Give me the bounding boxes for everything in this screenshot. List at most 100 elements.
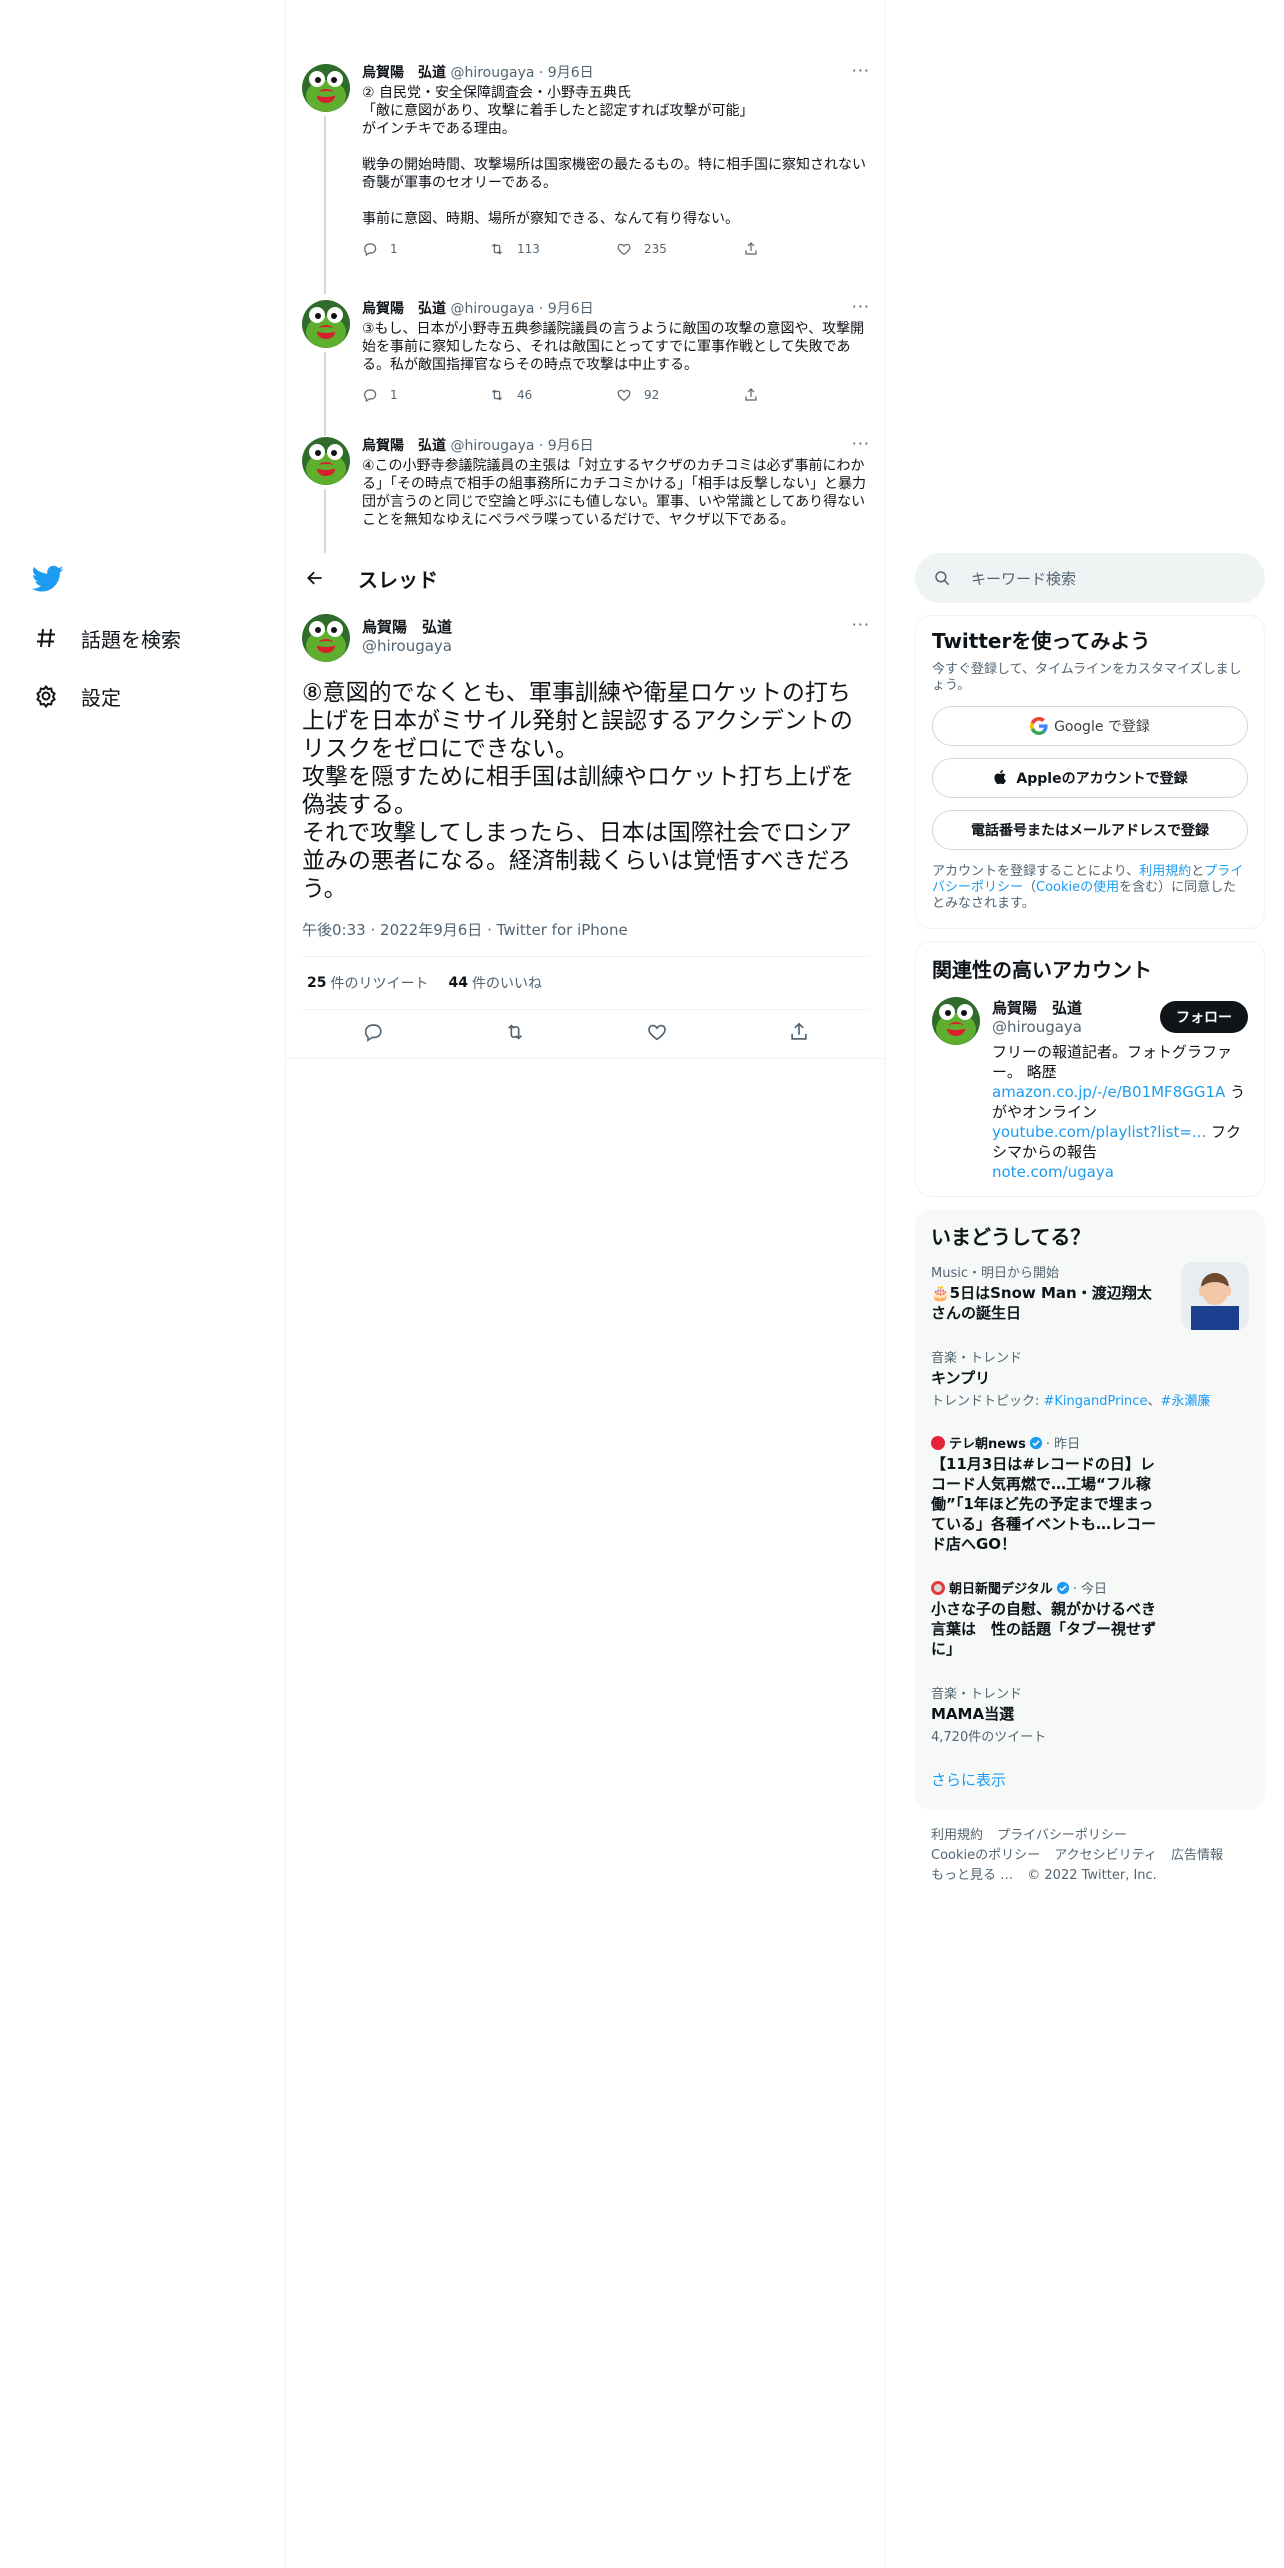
- retweet-count[interactable]: 25: [307, 975, 326, 991]
- trend-item[interactable]: 音楽・トレンド キンプリ トレンドトピック: #KingandPrince、#永…: [931, 1335, 1249, 1421]
- trend-hashtag[interactable]: #永瀬廉: [1160, 1394, 1210, 1409]
- tweet-date[interactable]: 2022年9月6日: [380, 921, 482, 939]
- retweet-label[interactable]: 件のリツイート: [330, 973, 428, 993]
- like-button[interactable]: [646, 1021, 668, 1047]
- author-name[interactable]: 烏賀陽 弘道: [362, 438, 446, 454]
- trend-item[interactable]: Music・明日から開始 🎂5日はSnow Man・渡辺翔太さんの誕生日: [931, 1250, 1249, 1335]
- share-icon: [743, 387, 759, 403]
- author-handle[interactable]: @hirougaya: [362, 636, 452, 656]
- trend-item[interactable]: 音楽・トレンド MAMA当選 4,720件のツイート: [931, 1671, 1249, 1757]
- separator-dot: ·: [538, 438, 544, 454]
- follow-button[interactable]: フォロー: [1160, 1001, 1248, 1033]
- share-icon: [788, 1021, 810, 1043]
- tweet-text: ⑧意図的でなくとも、軍事訓練や衛星ロケットの打ち上げを日本がミサイル発射と誤認す…: [302, 680, 854, 902]
- search-input[interactable]: キーワード検索: [915, 553, 1265, 603]
- back-button[interactable]: [302, 565, 328, 591]
- share-button[interactable]: [743, 241, 870, 257]
- like-icon: [616, 241, 632, 257]
- retweet-icon: [504, 1021, 526, 1043]
- trend-item[interactable]: テレ朝news · 昨日 【11月3日は#レコードの日】レコード人気再燃で…工場…: [931, 1421, 1249, 1566]
- author-handle: @hirougaya: [450, 438, 535, 454]
- cookie-link[interactable]: Cookieの使用: [1036, 880, 1119, 895]
- avatar[interactable]: [932, 997, 980, 1045]
- right-sidebar: キーワード検索 Twitterを使ってみよう 今すぐ登録して、タイムラインをカス…: [915, 553, 1265, 1886]
- tweet-date[interactable]: 9月6日: [548, 65, 594, 81]
- more-icon[interactable]: ···: [852, 63, 870, 79]
- bio-text: フリーの報道記者。フォトグラファー。 略歴: [992, 1043, 1233, 1081]
- apple-signup-button[interactable]: Appleのアカウントで登録: [932, 758, 1248, 798]
- trend-hashtag[interactable]: #KingandPrince: [1044, 1394, 1148, 1409]
- share-button[interactable]: [743, 387, 870, 403]
- more-icon[interactable]: ···: [852, 299, 870, 315]
- bio-link[interactable]: amazon.co.jp/-/e/B01MF8GG1A: [992, 1083, 1225, 1101]
- thread-tweet[interactable]: 烏賀陽 弘道 @hirougaya · 9月6日 ··· ④この小野寺参議院議員…: [302, 437, 870, 553]
- footer-terms-link[interactable]: 利用規約: [931, 1828, 983, 1843]
- thread-header: スレッド: [286, 553, 884, 603]
- trend-thumbnail: [1181, 1262, 1249, 1330]
- author-name[interactable]: 烏賀陽 弘道: [362, 301, 446, 317]
- footer-cookie-link[interactable]: Cookieのポリシー: [931, 1848, 1040, 1863]
- retweet-icon: [489, 387, 505, 403]
- trend-item[interactable]: 朝日新聞デジタル · 今日 小さな子の自慰、親がかけるべき言葉は 性の話題「タブ…: [931, 1566, 1249, 1671]
- footer-more-link[interactable]: もっと見る …: [931, 1868, 1013, 1883]
- avatar[interactable]: [302, 614, 350, 662]
- bio-link[interactable]: note.com/ugaya: [992, 1163, 1114, 1181]
- tweet-text: ④この小野寺参議院議員の主張は「対立するヤクザのカチコミは必ず事前にわかる」「そ…: [362, 458, 866, 528]
- reply-button[interactable]: 1: [362, 387, 489, 403]
- twitter-logo-icon[interactable]: [31, 565, 64, 593]
- related-user-bio: フリーの報道記者。フォトグラファー。 略歴 amazon.co.jp/-/e/B…: [992, 1042, 1248, 1182]
- tweet-text: ③もし、日本が小野寺五典参議院議員の言うように敵国の攻撃の意図や、攻撃開始を事前…: [362, 321, 865, 373]
- more-icon[interactable]: ···: [852, 437, 870, 452]
- footer-ads-link[interactable]: 広告情報: [1171, 1848, 1223, 1863]
- reply-button[interactable]: [362, 1021, 384, 1047]
- avatar[interactable]: [302, 300, 350, 348]
- tweet-source[interactable]: Twitter for iPhone: [497, 921, 628, 939]
- trends-title: いまどうしてる？: [931, 1225, 1091, 1249]
- avatar[interactable]: [302, 64, 350, 112]
- thread-tweet[interactable]: 烏賀陽 弘道 @hirougaya · 9月6日 ··· ③もし、日本が小野寺五…: [302, 299, 870, 436]
- like-button[interactable]: 92: [616, 387, 743, 403]
- share-button[interactable]: [788, 1021, 810, 1047]
- signup-legal: アカウントを登録することにより、利用規約とプライバシーポリシー（Cookieの使…: [932, 864, 1248, 912]
- retweet-button[interactable]: 113: [489, 241, 616, 257]
- trend-context: Music・明日から開始: [931, 1266, 1059, 1281]
- like-count[interactable]: 44: [448, 975, 467, 991]
- author-name[interactable]: 烏賀陽 弘道: [362, 65, 446, 81]
- google-signup-label: Google で登録: [1054, 719, 1150, 735]
- more-icon[interactable]: ···: [852, 617, 870, 633]
- signup-card: Twitterを使ってみよう 今すぐ登録して、タイムラインをカスタマイズしましょ…: [915, 615, 1265, 929]
- show-more-link[interactable]: さらに表示: [931, 1757, 1249, 1806]
- reply-count: 1: [390, 388, 398, 402]
- avatar[interactable]: [302, 437, 350, 485]
- thread-connector: [324, 489, 326, 553]
- thread-tweet[interactable]: 烏賀陽 弘道 @hirougaya · 9月6日 ··· ② 自民党・安全保障調…: [302, 63, 870, 294]
- related-accounts-card: 関連性の高いアカウント 烏賀陽 弘道 @hirougaya フリーの報道記者。フ…: [915, 941, 1265, 1197]
- separator-dot: ·: [538, 301, 544, 317]
- trend-title: MAMA当選: [931, 1705, 1015, 1723]
- trend-since: · 今日: [1072, 1582, 1108, 1597]
- tweet-date[interactable]: 9月6日: [548, 301, 594, 317]
- retweet-button[interactable]: 46: [489, 387, 616, 403]
- tweet-time[interactable]: 午後0:33: [302, 921, 366, 939]
- phone-signup-button[interactable]: 電話番号またはメールアドレスで登録: [932, 810, 1248, 850]
- google-signup-button[interactable]: Google で登録: [932, 706, 1248, 746]
- terms-link[interactable]: 利用規約: [1139, 864, 1191, 879]
- retweet-button[interactable]: [504, 1021, 526, 1047]
- like-button[interactable]: 235: [616, 241, 743, 257]
- like-label[interactable]: 件のいいね: [472, 973, 542, 993]
- gear-icon: [33, 683, 59, 709]
- nav-explore-label: 話題を検索: [81, 627, 181, 652]
- nav-settings[interactable]: 設定: [33, 680, 121, 712]
- tweet-date[interactable]: 9月6日: [548, 438, 594, 454]
- reply-icon: [362, 1021, 384, 1043]
- author-name[interactable]: 烏賀陽 弘道: [362, 618, 452, 636]
- related-user[interactable]: 烏賀陽 弘道 @hirougaya フリーの報道記者。フォトグラファー。 略歴 …: [932, 997, 1248, 1182]
- retweet-count: 46: [517, 388, 533, 402]
- footer-accessibility-link[interactable]: アクセシビリティ: [1054, 1848, 1157, 1863]
- bio-link[interactable]: youtube.com/playlist?list=...: [992, 1123, 1206, 1141]
- reply-button[interactable]: 1: [362, 241, 489, 257]
- footer-privacy-link[interactable]: プライバシーポリシー: [997, 1828, 1127, 1843]
- hashtag-icon: [33, 625, 59, 651]
- nav-explore[interactable]: 話題を検索: [33, 622, 181, 654]
- trend-title: キンプリ: [931, 1369, 991, 1387]
